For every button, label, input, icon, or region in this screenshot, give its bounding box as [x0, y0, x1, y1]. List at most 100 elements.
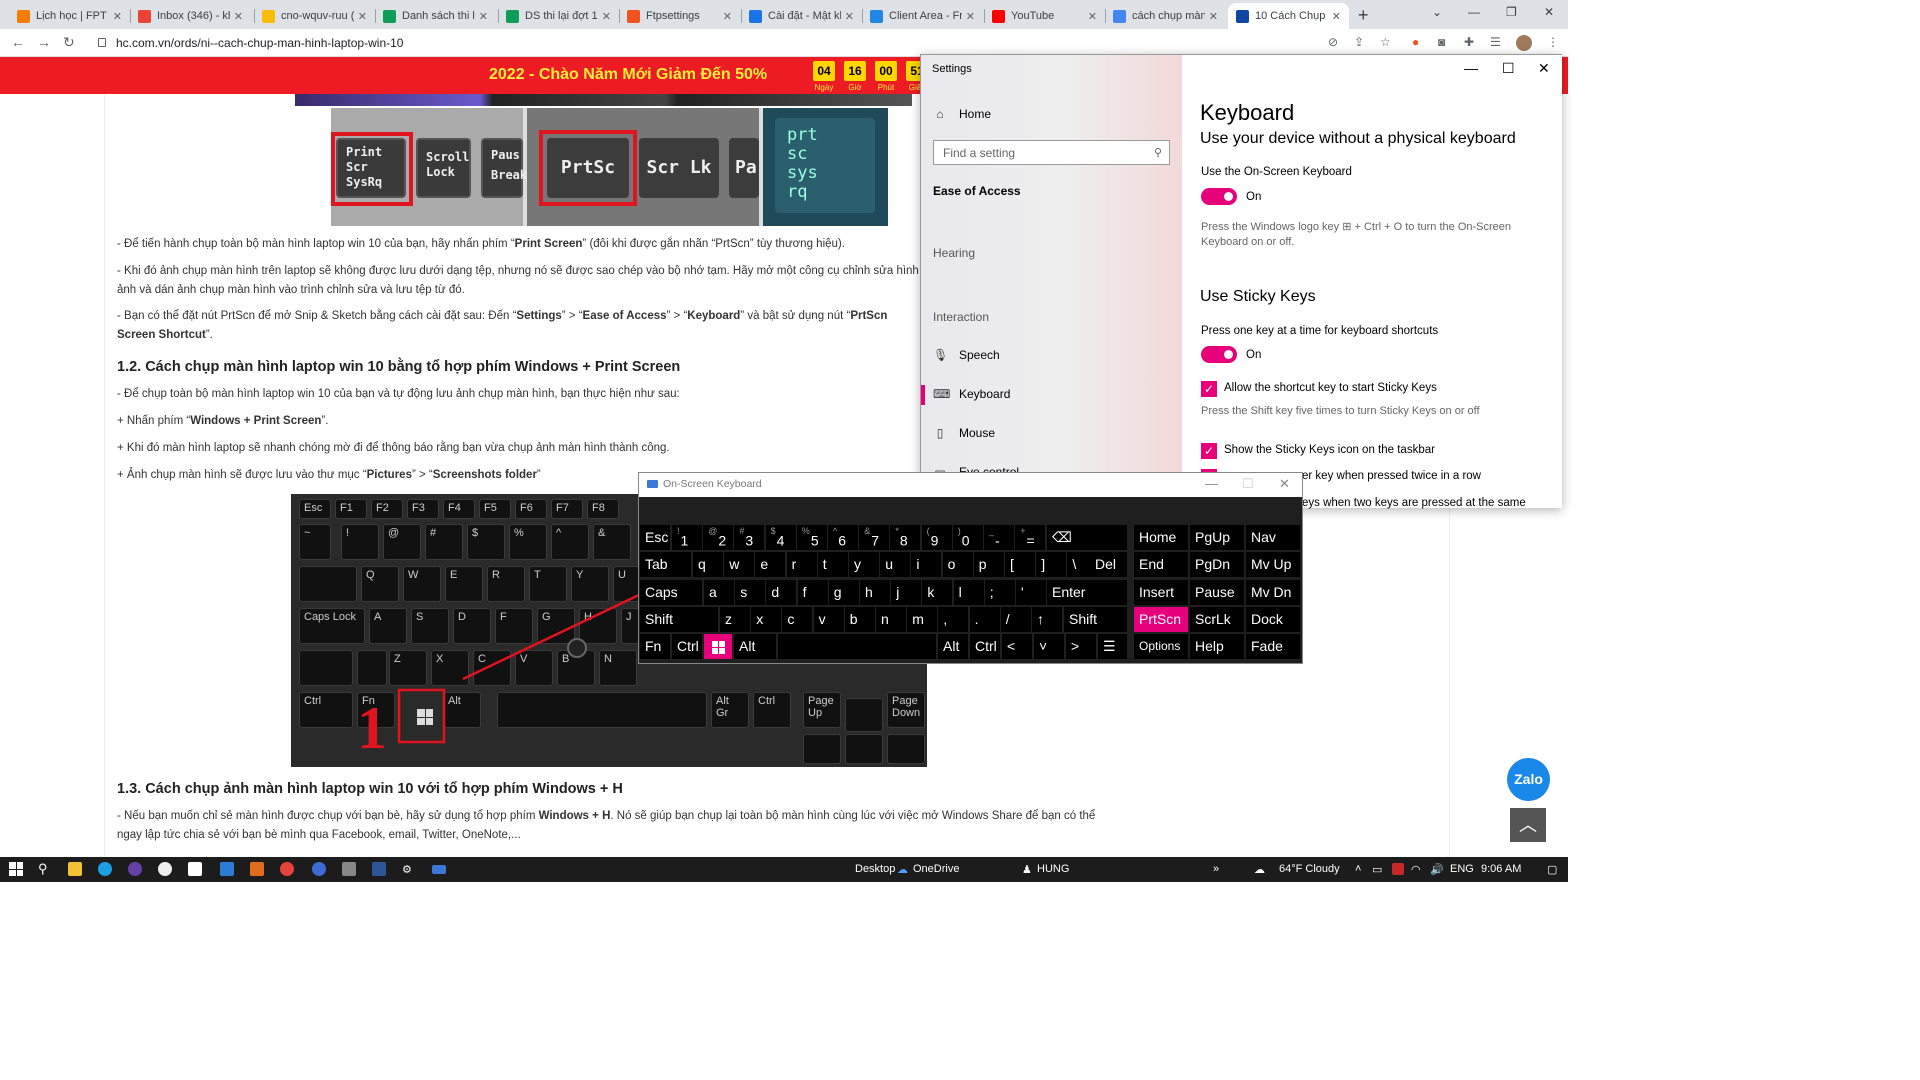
tab-search-icon[interactable]: ⌄ [1432, 5, 1442, 19]
clock[interactable]: 9:06 AM [1481, 863, 1521, 875]
camera-off-icon[interactable]: ⊘ [1328, 35, 1338, 49]
osk-key[interactable]: PgDn [1190, 552, 1244, 577]
file-explorer-icon[interactable] [68, 862, 82, 876]
osk-key[interactable]: o [942, 552, 973, 577]
osk-key[interactable]: Mv Up [1246, 552, 1300, 577]
close-tab-icon[interactable]: ✕ [109, 10, 122, 23]
osk-close-button[interactable]: ✕ [1279, 476, 1290, 492]
browser-tab[interactable]: 10 Cách Chụp M✕ [1228, 3, 1349, 29]
user-label[interactable]: HUNG [1037, 863, 1069, 875]
settings-close-button[interactable]: ✕ [1538, 60, 1550, 77]
reading-list-icon[interactable]: ☰ [1490, 35, 1501, 49]
screenshot-extension-icon[interactable]: ◙ [1438, 35, 1445, 49]
vscode-icon[interactable] [220, 862, 234, 876]
settings-gear-icon[interactable]: ⚙ [402, 863, 412, 876]
sticky-keys-toggle[interactable] [1201, 346, 1237, 363]
share-icon[interactable]: ⇪ [1354, 35, 1364, 49]
zalo-chat-button[interactable]: Zalo [1507, 758, 1550, 801]
osk-key[interactable]: u [880, 552, 911, 577]
overflow-chevron-icon[interactable]: » [1213, 863, 1219, 875]
osk-key[interactable]: q [693, 552, 723, 577]
osk-key[interactable]: c [782, 607, 813, 632]
osk-key[interactable]: i [911, 552, 942, 577]
address-bar[interactable]: hc.com.vn/ords/ni--cach-chup-man-hinh-la… [116, 36, 403, 50]
onedrive-label[interactable]: OneDrive [913, 863, 959, 875]
osk-toggle[interactable] [1201, 188, 1237, 205]
xampp-icon[interactable] [250, 862, 264, 876]
osk-key[interactable]: @2 [703, 525, 734, 550]
osk-key[interactable]: _- [984, 525, 1014, 550]
windows-key[interactable] [704, 634, 732, 659]
osk-key[interactable]: v [813, 607, 844, 632]
discord-icon[interactable] [128, 862, 142, 876]
tray-chevron-icon[interactable]: ˄ [1355, 863, 1361, 875]
osk-key[interactable]: y [849, 552, 879, 577]
osk-key[interactable]: < [1002, 634, 1032, 659]
osk-key[interactable]: ' [1016, 580, 1046, 605]
osk-key[interactable]: PgUp [1190, 525, 1244, 550]
osk-key[interactable]: Pause [1190, 580, 1244, 605]
browser-tab[interactable]: Client Area - Fre ✕ [862, 3, 983, 29]
close-tab-icon[interactable]: ✕ [1084, 10, 1097, 23]
osk-key[interactable]: p [973, 552, 1004, 577]
user-icon[interactable]: ♟ [1022, 863, 1032, 876]
osk-key[interactable]: . [969, 607, 1000, 632]
close-tab-icon[interactable]: ✕ [1205, 10, 1218, 23]
osk-taskbar-icon[interactable] [432, 865, 446, 874]
osk-key[interactable]: Dock [1246, 607, 1300, 632]
show-icon-checkbox[interactable]: ✓ [1201, 443, 1217, 459]
messenger-icon[interactable] [158, 862, 172, 876]
osk-key[interactable]: > [1066, 634, 1096, 659]
osk-key[interactable]: Fade [1246, 634, 1300, 659]
osk-key[interactable]: ^6 [828, 525, 858, 550]
osk-key[interactable]: / [1000, 607, 1031, 632]
osk-key[interactable]: ↑ [1032, 607, 1062, 632]
osk-key[interactable]: Ctrl [970, 634, 1000, 659]
osk-key[interactable]: )0 [952, 525, 983, 550]
start-windows-icon[interactable] [9, 862, 23, 876]
osk-key[interactable]: PrtScn [1134, 607, 1188, 632]
osk-key[interactable]: ScrLk [1190, 607, 1244, 632]
new-tab-button[interactable]: + [1358, 5, 1369, 26]
osk-key[interactable]: l [953, 580, 984, 605]
osk-key[interactable]: %5 [796, 525, 827, 550]
osk-key[interactable]: #3 [734, 525, 765, 550]
osk-key[interactable]: , [938, 607, 969, 632]
osk-key[interactable]: Del [1090, 552, 1127, 577]
extensions-puzzle-icon[interactable]: ✚ [1464, 35, 1474, 49]
osk-key[interactable]: m [907, 607, 938, 632]
browser-tab[interactable]: Lịch học | FPT Pc✕ [9, 3, 130, 29]
close-tab-icon[interactable]: ✕ [1328, 10, 1341, 23]
chrome-icon[interactable] [280, 862, 294, 876]
nav-mouse[interactable]: ▯ Mouse [933, 426, 995, 440]
close-tab-icon[interactable]: ✕ [598, 10, 611, 23]
backspace-key[interactable]: ⌫ [1047, 525, 1127, 550]
osk-key[interactable]: Nav [1246, 525, 1300, 550]
close-browser-button[interactable]: ✕ [1544, 5, 1554, 19]
osk-key[interactable]: *8 [890, 525, 921, 550]
close-tab-icon[interactable]: ✕ [962, 10, 975, 23]
osk-key[interactable]: Alt [938, 634, 968, 659]
restore-button[interactable]: ❐ [1506, 5, 1517, 19]
scroll-to-top-button[interactable]: ︿ [1510, 808, 1546, 842]
desktop-toolbar-label[interactable]: Desktop [855, 863, 895, 875]
osk-key[interactable]: End [1134, 552, 1188, 577]
volume-icon[interactable]: 🔊 [1430, 863, 1444, 876]
browser-tab[interactable]: cno-wquv-ruu (✕ [254, 3, 375, 29]
browser-tab[interactable]: DS thi lại đợt 1 ✕ [498, 3, 619, 29]
bookmark-star-icon[interactable]: ☆ [1380, 35, 1391, 49]
osk-key[interactable]: g [828, 580, 859, 605]
weather-cloud-icon[interactable]: ☁ [1254, 863, 1265, 876]
find-setting-input[interactable]: Find a setting ⚲ [933, 140, 1170, 165]
settings-maximize-button[interactable]: ☐ [1502, 60, 1515, 77]
osk-key[interactable]: r [786, 552, 817, 577]
osk-key[interactable]: Esc [640, 525, 670, 550]
osk-key[interactable]: ; [984, 580, 1015, 605]
osk-key[interactable]: f [797, 580, 828, 605]
osk-key[interactable]: b [844, 607, 875, 632]
osk-key[interactable]: += [1015, 525, 1046, 550]
context-menu-key[interactable]: ☰ [1098, 634, 1127, 659]
osk-key[interactable]: ] [1036, 552, 1067, 577]
nav-home[interactable]: ⌂ Home [933, 107, 991, 121]
osk-key[interactable]: !1 [672, 525, 702, 550]
